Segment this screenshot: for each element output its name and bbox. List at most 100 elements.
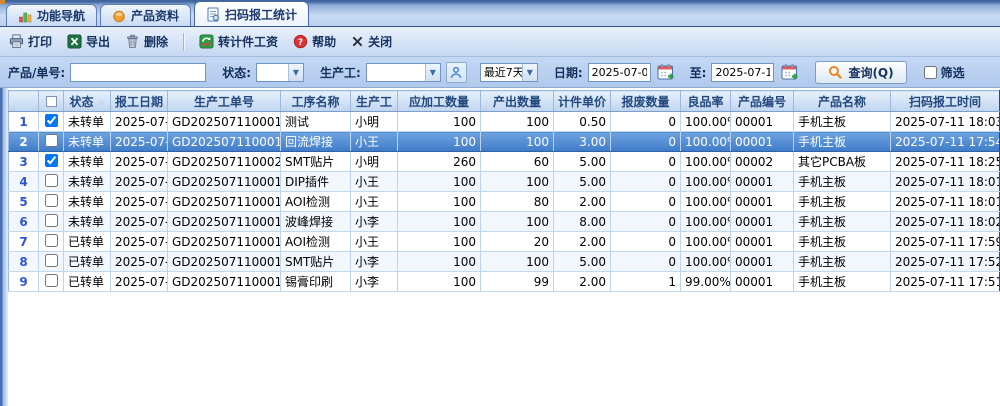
cell-plan-qty: 100	[398, 272, 481, 292]
cell-piece-price: 5.00	[554, 252, 611, 272]
column-header-product-name[interactable]: 产品名称	[794, 91, 891, 112]
cell-product-name: 手机主板	[794, 252, 891, 272]
column-header-yield-rate[interactable]: 良品率	[681, 91, 731, 112]
column-header-product-no[interactable]: 产品编号	[731, 91, 794, 112]
row-checkbox[interactable]	[45, 254, 58, 267]
row-checkbox[interactable]	[45, 194, 58, 207]
cell-output-qty: 20	[481, 232, 554, 252]
product-order-input[interactable]	[70, 63, 206, 82]
cell-product-name: 其它PCBA板	[794, 152, 891, 172]
cell-output-qty: 100	[481, 112, 554, 132]
tab-scan-report-stats[interactable]: 扫码报工统计	[194, 1, 309, 26]
cell-scrap-qty: 0	[611, 232, 681, 252]
cell-product-no: 00001	[731, 172, 794, 192]
row-checkbox[interactable]	[45, 154, 58, 167]
cell-process-name: AOI检测	[281, 232, 351, 252]
row-checkbox[interactable]	[45, 214, 58, 227]
cell-scrap-qty: 0	[611, 172, 681, 192]
column-header-process-name[interactable]: 工序名称	[281, 91, 351, 112]
cell-product-no: 00002	[731, 152, 794, 172]
query-button[interactable]: 查询(Q)	[815, 61, 906, 84]
table-row[interactable]: 4未转单2025-07-11GD202507110001DIP插件小王10010…	[9, 172, 1000, 192]
cell-plan-qty: 100	[398, 132, 481, 152]
column-header-piece-price[interactable]: 计件单价	[554, 91, 611, 112]
cell-worker: 小王	[351, 172, 398, 192]
date-to-input[interactable]	[711, 63, 774, 82]
date-from-calendar-button[interactable]	[656, 62, 677, 83]
filter-checkbox[interactable]	[924, 66, 937, 79]
table-row[interactable]: 2未转单2025-07-11GD202507110001回流焊接小王100100…	[9, 132, 1000, 152]
row-number: 2	[9, 132, 39, 152]
status-dropdown[interactable]: ▼	[256, 63, 304, 82]
column-header-worker[interactable]: 生产工	[351, 91, 398, 112]
table-row[interactable]: 6未转单2025-07-11GD202507110001波峰焊接小李100100…	[9, 212, 1000, 232]
delete-button[interactable]: 删除	[125, 33, 168, 50]
filter-bar: 产品/单号: 状态: ▼ 生产工: ▼ 最近7天 ▼ 日期:	[0, 57, 1000, 88]
cell-plan-qty: 100	[398, 252, 481, 272]
row-checkbox[interactable]	[45, 234, 58, 247]
row-number: 1	[9, 112, 39, 132]
cell-worker: 小王	[351, 232, 398, 252]
row-checkbox[interactable]	[45, 174, 58, 187]
table-row[interactable]: 1未转单2025-07-11GD202507110001测试小明1001000.…	[9, 112, 1000, 132]
delete-label: 删除	[144, 33, 168, 50]
row-number-header	[9, 91, 39, 112]
cell-status: 未转单	[64, 132, 111, 152]
worker-dropdown[interactable]: ▼	[366, 63, 441, 82]
table-body: 1未转单2025-07-11GD202507110001测试小明1001000.…	[9, 112, 1000, 292]
tab-label: 产品资料	[131, 7, 179, 24]
query-label: 查询(Q)	[848, 64, 893, 81]
select-worker-button[interactable]	[446, 62, 467, 83]
date-to-calendar-button[interactable]	[779, 62, 800, 83]
chevron-down-icon: ▼	[288, 64, 303, 81]
cell-product-no: 00001	[731, 192, 794, 212]
column-header-scrap-qty[interactable]: 报废数量	[611, 91, 681, 112]
cell-plan-qty: 100	[398, 172, 481, 192]
worker-label: 生产工:	[320, 64, 361, 81]
date-from-input[interactable]	[588, 63, 651, 82]
cell-scrap-qty: 0	[611, 252, 681, 272]
cell-scrap-qty: 0	[611, 152, 681, 172]
cell-scan-time: 2025-07-11 17:51:55	[891, 272, 1000, 292]
cell-scan-time: 2025-07-11 17:59:13	[891, 232, 1000, 252]
print-button[interactable]: 打印	[9, 33, 52, 50]
table-row[interactable]: 7已转单2025-07-11GD202507110001AOI检测小王10020…	[9, 232, 1000, 252]
cell-order-no: GD202507110001	[168, 132, 281, 152]
app-window: 功能导航 产品资料 扫码报工统计	[0, 0, 1000, 406]
table-row[interactable]: 9已转单2025-07-11GD202507110001锡膏印刷小李100992…	[9, 272, 1000, 292]
corner-accent	[0, 0, 5, 4]
column-header-scan-time[interactable]: 扫码报工时间	[891, 91, 1000, 112]
cell-product-name: 手机主板	[794, 272, 891, 292]
row-checkbox[interactable]	[45, 274, 58, 287]
row-checkbox[interactable]	[45, 114, 58, 127]
table-row[interactable]: 8已转单2025-07-11GD202507110001SMT贴片小李10010…	[9, 252, 1000, 272]
column-header-status[interactable]: 状态	[64, 91, 111, 112]
close-button[interactable]: 关闭	[351, 33, 392, 50]
table-row[interactable]: 5未转单2025-07-11GD202507110001AOI检测小王10080…	[9, 192, 1000, 212]
column-header-output-qty[interactable]: 产出数量	[481, 91, 554, 112]
chevron-down-icon: ▼	[522, 64, 537, 81]
column-header-report-date[interactable]: 报工日期	[111, 91, 168, 112]
export-button[interactable]: 导出	[67, 33, 110, 50]
cell-process-name: DIP插件	[281, 172, 351, 192]
column-header-order-no[interactable]: 生产工单号	[168, 91, 281, 112]
date-range-dropdown[interactable]: 最近7天 ▼	[480, 63, 538, 82]
row-checkbox[interactable]	[45, 134, 58, 147]
filter-label: 筛选	[941, 64, 965, 81]
table-row[interactable]: 3未转单2025-07-11GD202507110002SMT贴片小明26060…	[9, 152, 1000, 172]
cell-order-no: GD202507110001	[168, 212, 281, 232]
left-border-stripe	[0, 88, 8, 406]
cell-report-date: 2025-07-11	[111, 272, 168, 292]
transfer-piece-wage-button[interactable]: 转计件工资	[199, 33, 278, 50]
tab-product-data[interactable]: 产品资料	[100, 4, 191, 26]
cell-plan-qty: 100	[398, 112, 481, 132]
select-all-header[interactable]	[39, 91, 64, 112]
cell-scrap-qty: 0	[611, 132, 681, 152]
printer-icon	[9, 34, 24, 49]
help-button[interactable]: ? 帮助	[293, 33, 336, 50]
tab-function-nav[interactable]: 功能导航	[6, 4, 97, 26]
cell-yield-rate: 100.00%	[681, 232, 731, 252]
cell-order-no: GD202507110001	[168, 252, 281, 272]
column-header-plan-qty[interactable]: 应加工数量	[398, 91, 481, 112]
chevron-down-icon: ▼	[425, 64, 440, 81]
